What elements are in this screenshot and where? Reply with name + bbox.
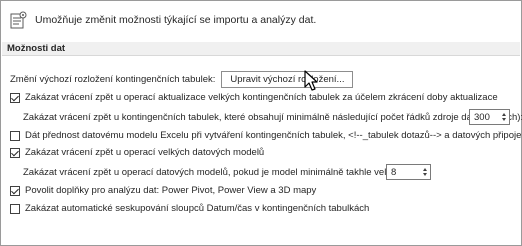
spinner-down-icon[interactable] <box>422 173 427 176</box>
checkbox-enable-data-analysis-addins[interactable] <box>10 185 20 196</box>
header-description: Umožňuje změnit možnosti týkající se imp… <box>35 14 317 26</box>
option-label: Zakázat automatické seskupování sloupců … <box>25 203 370 214</box>
spinner-up-icon[interactable] <box>422 168 427 171</box>
option-disable-undo-pivot-rows: Zakázat vrácení zpět u kontingenčních ta… <box>23 112 522 123</box>
option-disable-undo-large-data-model[interactable]: Zakázat vrácení zpět u operací velkých d… <box>10 147 264 158</box>
spinner-down-icon[interactable] <box>501 118 506 121</box>
spinner-arrows[interactable] <box>420 165 429 179</box>
checkbox-disable-undo-large-data-model[interactable] <box>10 147 20 158</box>
pivot-layout-label: Změní výchozí rozložení kontingenčních t… <box>10 74 216 85</box>
section-header-data-options: Možnosti dat <box>2 42 520 56</box>
edit-default-layout-button[interactable]: Upravit výchozí rozložení... <box>221 71 354 88</box>
data-import-settings-icon <box>10 11 27 30</box>
section-title: Možnosti dat <box>7 43 66 54</box>
pivot-rows-threshold-spinner[interactable]: 300 <box>469 109 510 125</box>
edit-default-layout-button-label: Upravit výchozí rozložení... <box>230 74 345 85</box>
data-model-size-spinner[interactable]: 8 <box>386 164 431 180</box>
panel-header: Umožňuje změnit možnosti týkající se imp… <box>10 10 316 30</box>
option-enable-data-analysis-addins[interactable]: Povolit doplňky pro analýzu dat: Power P… <box>10 185 316 196</box>
options-panel: Umožňuje změnit možnosti týkající se imp… <box>0 0 522 246</box>
option-prefer-excel-data-model[interactable]: Dát přednost datovému modelu Excelu při … <box>10 130 522 141</box>
option-label: Povolit doplňky pro analýzu dat: Power P… <box>25 185 317 196</box>
pivot-rows-threshold-value[interactable]: 300 <box>474 112 490 123</box>
option-label: Zakázat vrácení zpět u operací velkých d… <box>25 147 265 158</box>
option-disable-auto-date-grouping[interactable]: Zakázat automatické seskupování sloupců … <box>10 203 369 214</box>
data-model-size-value[interactable]: 8 <box>391 167 396 178</box>
mouse-pointer-icon <box>304 70 318 91</box>
checkbox-disable-undo-large-pivot-refresh[interactable] <box>10 92 20 103</box>
option-disable-undo-large-pivot-refresh[interactable]: Zakázat vrácení zpět u operací aktualiza… <box>10 92 498 103</box>
spinner-arrows[interactable] <box>499 110 508 124</box>
pivot-layout-row: Změní výchozí rozložení kontingenčních t… <box>10 71 354 88</box>
option-label: Zakázat vrácení zpět u kontingenčních ta… <box>23 112 522 123</box>
option-disable-undo-data-model-size: Zakázat vrácení zpět u operací datových … <box>23 167 429 178</box>
checkbox-disable-auto-date-grouping[interactable] <box>10 203 20 214</box>
option-label: Zakázat vrácení zpět u operací datových … <box>23 167 430 178</box>
option-label: Zakázat vrácení zpět u operací aktualiza… <box>25 92 498 103</box>
spinner-up-icon[interactable] <box>501 113 506 116</box>
checkbox-prefer-excel-data-model[interactable] <box>10 130 20 141</box>
option-label: Dát přednost datovému modelu Excelu při … <box>25 130 522 141</box>
